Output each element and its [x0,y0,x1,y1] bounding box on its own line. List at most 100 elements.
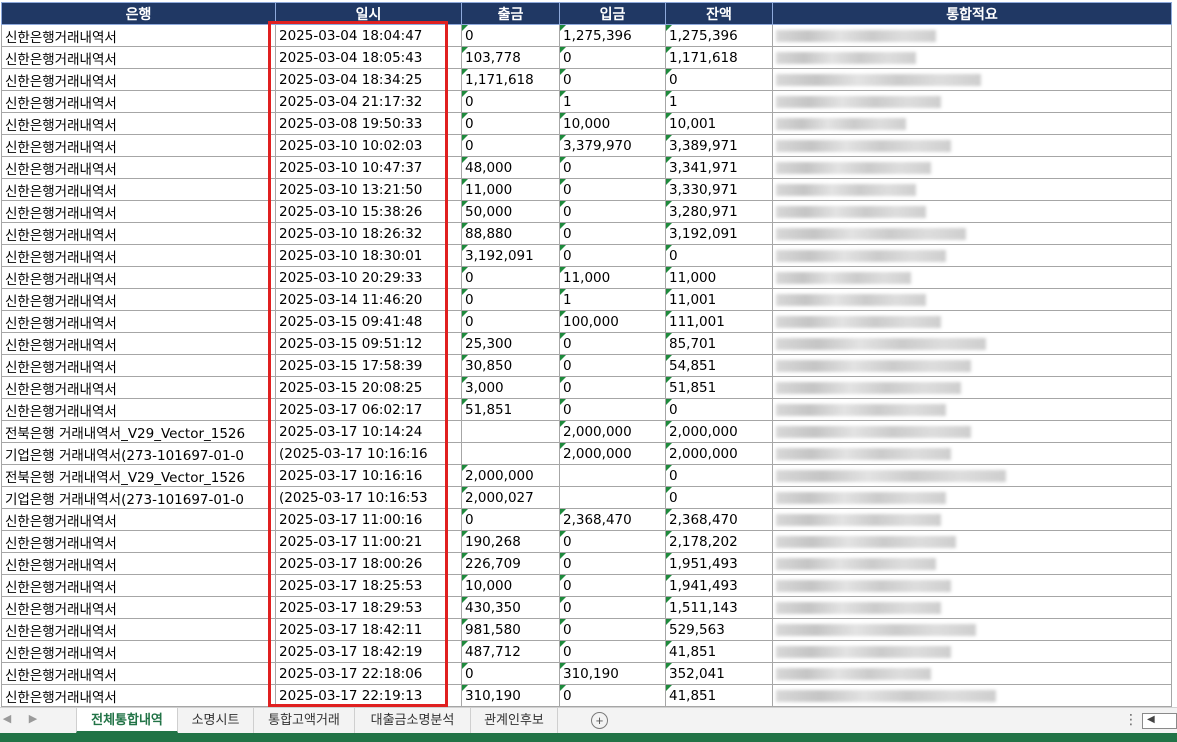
cell-balance[interactable]: 1,951,493 [665,552,773,575]
cell-deposit[interactable]: 0 [559,530,666,553]
cell-bank[interactable]: 신한은행거래내역서 [1,112,276,135]
cell-withdrawal[interactable]: 487,712 [461,640,560,663]
cell-withdrawal[interactable]: 190,268 [461,530,560,553]
cell-bank[interactable]: 신한은행거래내역서 [1,376,276,399]
cell-balance[interactable]: 10,001 [665,112,773,135]
cell-bank[interactable]: 신한은행거래내역서 [1,244,276,267]
cell-balance[interactable]: 529,563 [665,618,773,641]
cell-balance[interactable]: 1 [665,90,773,113]
cell-memo-redacted[interactable] [772,508,1172,531]
cell-memo-redacted[interactable] [772,464,1172,487]
cell-deposit[interactable]: 0 [559,354,666,377]
cell-datetime[interactable]: 2025-03-10 15:38:26 [275,200,462,223]
cell-bank[interactable]: 신한은행거래내역서 [1,222,276,245]
cell-withdrawal[interactable]: 226,709 [461,552,560,575]
cell-deposit[interactable]: 0 [559,618,666,641]
column-header-balance[interactable]: 잔액 [665,2,773,25]
cell-deposit[interactable]: 310,190 [559,662,666,685]
cell-withdrawal[interactable]: 3,000 [461,376,560,399]
cell-balance[interactable]: 85,701 [665,332,773,355]
column-header-withdrawal[interactable]: 출금 [461,2,560,25]
cell-deposit[interactable]: 0 [559,376,666,399]
cell-memo-redacted[interactable] [772,376,1172,399]
cell-datetime[interactable]: 2025-03-17 18:42:11 [275,618,462,641]
sheet-tab[interactable]: 관계인후보 [471,708,558,733]
cell-balance[interactable]: 2,178,202 [665,530,773,553]
cell-memo-redacted[interactable] [772,244,1172,267]
cell-deposit[interactable]: 0 [559,332,666,355]
cell-balance[interactable]: 3,280,971 [665,200,773,223]
plus-circle-icon[interactable]: + [591,712,608,729]
cell-withdrawal[interactable]: 430,350 [461,596,560,619]
cell-memo-redacted[interactable] [772,134,1172,157]
cell-deposit[interactable] [559,464,666,487]
cell-datetime[interactable]: 2025-03-17 18:25:53 [275,574,462,597]
cell-balance[interactable]: 2,368,470 [665,508,773,531]
cell-bank[interactable]: 신한은행거래내역서 [1,46,276,69]
cell-withdrawal[interactable]: 103,778 [461,46,560,69]
cell-memo-redacted[interactable] [772,178,1172,201]
cell-withdrawal[interactable]: 3,192,091 [461,244,560,267]
cell-deposit[interactable]: 0 [559,574,666,597]
cell-balance[interactable]: 11,001 [665,288,773,311]
cell-balance[interactable]: 2,000,000 [665,442,773,465]
cell-balance[interactable]: 41,851 [665,640,773,663]
cell-datetime[interactable]: (2025-03-17 10:16:53 [275,486,462,509]
cell-deposit[interactable]: 2,000,000 [559,420,666,443]
column-header-bank[interactable]: 은행 [1,2,276,25]
cell-memo-redacted[interactable] [772,332,1172,355]
cell-balance[interactable]: 0 [665,398,773,421]
cell-withdrawal[interactable]: 0 [461,310,560,333]
cell-memo-redacted[interactable] [772,420,1172,443]
cell-datetime[interactable]: 2025-03-17 18:00:26 [275,552,462,575]
cell-datetime[interactable]: 2025-03-10 18:26:32 [275,222,462,245]
cell-withdrawal[interactable]: 0 [461,134,560,157]
cell-datetime[interactable]: 2025-03-10 10:02:03 [275,134,462,157]
cell-memo-redacted[interactable] [772,24,1172,47]
cell-deposit[interactable]: 2,000,000 [559,442,666,465]
cell-bank[interactable]: 신한은행거래내역서 [1,618,276,641]
cell-balance[interactable]: 352,041 [665,662,773,685]
cell-datetime[interactable]: 2025-03-17 18:42:19 [275,640,462,663]
cell-bank[interactable]: 신한은행거래내역서 [1,156,276,179]
cell-memo-redacted[interactable] [772,200,1172,223]
cell-withdrawal[interactable]: 0 [461,288,560,311]
cell-deposit[interactable]: 0 [559,46,666,69]
cell-bank[interactable]: 신한은행거래내역서 [1,552,276,575]
cell-withdrawal[interactable]: 310,190 [461,684,560,707]
cell-memo-redacted[interactable] [772,222,1172,245]
cell-bank[interactable]: 신한은행거래내역서 [1,398,276,421]
cell-balance[interactable]: 3,341,971 [665,156,773,179]
cell-bank[interactable]: 전북은행 거래내역서_V29_Vector_1526 [1,464,276,487]
column-header-deposit[interactable]: 입금 [559,2,666,25]
cell-bank[interactable]: 신한은행거래내역서 [1,596,276,619]
cell-withdrawal[interactable] [461,442,560,465]
cell-bank[interactable]: 전북은행 거래내역서_V29_Vector_1526 [1,420,276,443]
cell-bank[interactable]: 신한은행거래내역서 [1,288,276,311]
cell-datetime[interactable]: 2025-03-17 11:00:16 [275,508,462,531]
cell-balance[interactable]: 3,192,091 [665,222,773,245]
sheet-tab[interactable]: 통합고액거래 [254,708,355,733]
cell-datetime[interactable]: 2025-03-10 20:29:33 [275,266,462,289]
cell-memo-redacted[interactable] [772,684,1172,707]
cell-deposit[interactable]: 3,379,970 [559,134,666,157]
cell-bank[interactable]: 신한은행거래내역서 [1,684,276,707]
cell-bank[interactable]: 신한은행거래내역서 [1,640,276,663]
cell-memo-redacted[interactable] [772,574,1172,597]
column-header-memo[interactable]: 통합적요 [772,2,1172,25]
cell-datetime[interactable]: 2025-03-10 13:21:50 [275,178,462,201]
cell-memo-redacted[interactable] [772,596,1172,619]
cell-datetime[interactable]: 2025-03-17 06:02:17 [275,398,462,421]
cell-datetime[interactable]: 2025-03-17 11:00:21 [275,530,462,553]
cell-memo-redacted[interactable] [772,266,1172,289]
cell-balance[interactable]: 0 [665,68,773,91]
cell-bank[interactable]: 신한은행거래내역서 [1,662,276,685]
cell-memo-redacted[interactable] [772,46,1172,69]
cell-withdrawal[interactable]: 51,851 [461,398,560,421]
cell-datetime[interactable]: 2025-03-08 19:50:33 [275,112,462,135]
cell-datetime[interactable]: 2025-03-14 11:46:20 [275,288,462,311]
cell-datetime[interactable]: 2025-03-15 09:41:48 [275,310,462,333]
cell-withdrawal[interactable]: 30,850 [461,354,560,377]
more-dots-icon[interactable]: ⋮ [1124,711,1138,728]
cell-deposit[interactable]: 0 [559,68,666,91]
